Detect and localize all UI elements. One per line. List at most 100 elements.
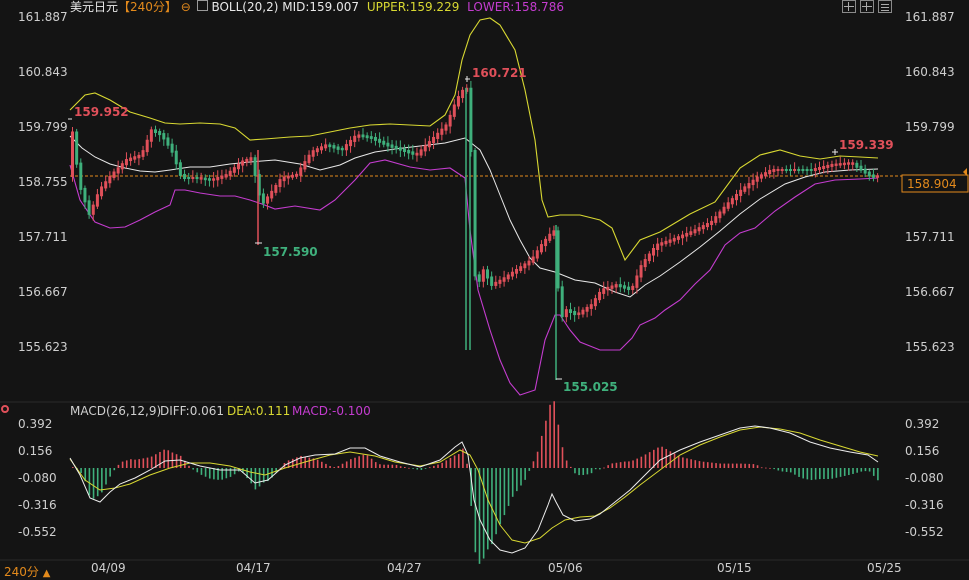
macd-bar	[507, 468, 510, 506]
candle-body	[631, 285, 635, 291]
macd-bar	[694, 460, 697, 468]
indicator-settings-icon[interactable]	[196, 0, 208, 11]
macd-bar	[511, 468, 514, 497]
candle-body	[158, 131, 162, 136]
list-icon[interactable]	[878, 0, 892, 13]
macd-bar	[196, 468, 199, 473]
candle-body	[154, 129, 157, 133]
candle-body	[523, 263, 527, 269]
candle-body	[714, 216, 718, 223]
candle-body	[871, 174, 875, 178]
macd-bar	[96, 468, 99, 497]
candle-body	[556, 230, 560, 289]
candle-body	[266, 196, 270, 204]
candle-body	[124, 159, 128, 166]
macd-bar	[433, 465, 435, 468]
period-selector[interactable]: 240分 ▲	[4, 563, 50, 580]
candle-body	[328, 144, 332, 148]
candle-body	[494, 281, 498, 286]
macd-bar	[860, 468, 863, 472]
candle-body	[693, 229, 697, 234]
candle-body	[452, 104, 456, 117]
candle-body	[593, 298, 597, 307]
period-tag[interactable]: 【240分】	[118, 0, 177, 14]
crosshair-icon[interactable]	[842, 0, 856, 13]
macd-dea-label: DEA:0.111	[227, 404, 290, 418]
candle-body	[710, 220, 714, 226]
candle-body	[722, 206, 726, 214]
macd-bar	[333, 467, 336, 468]
candle-body	[448, 114, 452, 127]
price-tick-right: 155.623	[905, 340, 955, 354]
macd-bar	[578, 468, 580, 476]
candle-body	[423, 145, 427, 152]
candles	[71, 80, 880, 380]
price-tick-left: 160.843	[18, 65, 68, 79]
macd-bar	[101, 468, 103, 493]
candle-body	[282, 176, 286, 182]
zoom-icon[interactable]: ⊖	[181, 0, 191, 14]
macd-bar	[416, 468, 419, 470]
macd-bar	[92, 468, 95, 499]
macd-bar	[179, 455, 182, 468]
macd-bar	[213, 468, 215, 480]
macd-bar	[350, 459, 352, 468]
candle-body	[270, 190, 274, 199]
layout-grid-icon[interactable]	[860, 0, 874, 13]
current-price-value: 158.904	[907, 177, 957, 191]
macd-bar	[549, 404, 551, 468]
macd-bar	[453, 455, 456, 468]
price-y-axis-left: 161.887 160.843 159.799 158.755 157.711 …	[18, 10, 68, 354]
macd-tick-left: -0.080	[18, 471, 57, 485]
macd-tick-right: -0.080	[905, 471, 944, 485]
macd-bar	[532, 461, 535, 468]
candle-body	[560, 286, 564, 318]
candle-body	[876, 175, 880, 178]
indicator-toggle-icon[interactable]	[1, 405, 9, 413]
macd-bar	[814, 468, 817, 480]
candle-body	[527, 260, 531, 266]
annotation-high-0429: 160.721	[472, 66, 527, 80]
macd-bar	[362, 454, 365, 468]
macd-title: MACD(26,12,9)	[70, 404, 161, 418]
candle-body	[170, 143, 174, 153]
macd-y-axis-right: 0.392 0.156 -0.080 -0.316 -0.552	[905, 417, 944, 539]
macd-bar	[121, 461, 124, 468]
macd-bar	[756, 465, 759, 468]
annotation-low-0506: 155.025	[563, 380, 618, 394]
candle-body	[237, 163, 240, 170]
candle-body	[112, 171, 116, 179]
candle-body	[486, 269, 489, 279]
macd-bar	[856, 468, 858, 473]
macd-bar	[399, 466, 402, 468]
macd-bar	[669, 451, 672, 468]
macd-bar	[744, 463, 746, 468]
macd-bar	[827, 468, 829, 479]
macd-bar	[200, 468, 203, 475]
candle-body	[768, 169, 772, 175]
x-axis: 04/09 04/17 04/27 05/06 05/15 05/25	[91, 561, 902, 575]
candle-body	[818, 167, 821, 171]
macd-diff-label: DIFF:0.061	[160, 404, 224, 418]
candle-body	[212, 178, 216, 181]
candle-body	[220, 175, 224, 179]
candle-body	[822, 165, 826, 169]
macd-bar	[872, 468, 875, 476]
candle-body	[141, 150, 145, 157]
candle-body	[91, 204, 95, 215]
macd-bar	[208, 468, 211, 479]
macd-bar	[163, 449, 165, 468]
candle-body	[83, 187, 87, 203]
boll-lower-label: LOWER:158.786	[467, 0, 564, 14]
macd-dea-line	[69, 426, 879, 544]
macd-bar	[619, 462, 622, 468]
candle-body	[320, 146, 323, 151]
boll-label[interactable]: BOLL(20,2)	[211, 0, 278, 14]
candle-body	[100, 186, 104, 197]
candle-body	[191, 177, 195, 179]
macd-bar	[105, 468, 107, 485]
macd-bar	[80, 468, 82, 473]
macd-bar	[686, 458, 688, 468]
macd-bar	[424, 468, 427, 469]
x-tick-label: 04/17	[236, 561, 271, 575]
